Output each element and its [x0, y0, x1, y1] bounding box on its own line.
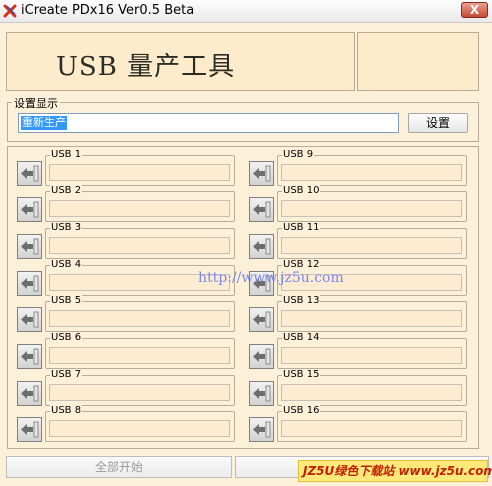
usb-arrow-button[interactable] [17, 381, 42, 406]
usb-arrow-button[interactable] [249, 307, 274, 332]
x-logo-icon [3, 4, 17, 18]
usb-port-label: USB 10 [282, 185, 321, 196]
usb-status-field [281, 310, 462, 327]
usb-port-label: USB 5 [50, 295, 83, 306]
usb-port-3: USB 3 [45, 222, 235, 259]
banner-title: USB 量产工具 [56, 52, 236, 82]
usb-arrow-button[interactable] [249, 344, 274, 369]
left-arrow-icon [21, 201, 39, 218]
usb-port-label: USB 12 [282, 259, 321, 270]
usb-arrow-button[interactable] [17, 197, 42, 222]
usb-arrow-button[interactable] [249, 381, 274, 406]
usb-port-8: USB 8 [45, 405, 235, 442]
left-arrow-icon [21, 165, 39, 182]
left-arrow-icon [21, 348, 39, 365]
usb-port-label: USB 13 [282, 295, 321, 306]
settings-button[interactable]: 设置 [408, 113, 468, 133]
usb-status-field [49, 200, 230, 217]
usb-status-field [49, 310, 230, 327]
site-watermark-badge: JZ5U绿色下载站 www.jz5u.com [298, 460, 492, 482]
window-title: iCreate PDx16 Ver0.5 Beta [21, 3, 195, 18]
usb-port-13: USB 13 [277, 295, 467, 332]
usb-port-2: USB 2 [45, 185, 235, 222]
usb-status-field [49, 237, 230, 254]
usb-arrow-button[interactable] [249, 234, 274, 259]
main-window: iCreate PDx16 Ver0.5 Beta X USB 量产工具 设置显… [0, 0, 492, 486]
usb-port-label: USB 3 [50, 222, 83, 233]
usb-port-label: USB 8 [50, 405, 83, 416]
usb-status-field [49, 420, 230, 437]
usb-status-field [281, 420, 462, 437]
left-arrow-icon [253, 311, 271, 328]
left-arrow-icon [253, 238, 271, 255]
usb-status-field [49, 347, 230, 364]
close-button[interactable]: X [461, 2, 488, 18]
usb-arrow-button[interactable] [17, 344, 42, 369]
usb-status-field [49, 384, 230, 401]
usb-port-11: USB 11 [277, 222, 467, 259]
left-arrow-icon [253, 201, 271, 218]
title-bar[interactable]: iCreate PDx16 Ver0.5 Beta X [0, 0, 492, 23]
usb-port-label: USB 2 [50, 185, 83, 196]
usb-status-field [281, 347, 462, 364]
left-arrow-icon [253, 421, 271, 438]
usb-port-14: USB 14 [277, 332, 467, 369]
left-arrow-icon [21, 385, 39, 402]
usb-status-field [281, 384, 462, 401]
usb-port-label: USB 14 [282, 332, 321, 343]
settings-group-label: 设置显示 [12, 95, 60, 111]
usb-status-field [281, 237, 462, 254]
usb-arrow-button[interactable] [249, 197, 274, 222]
status-field[interactable]: 重新生产 [18, 113, 399, 133]
usb-arrow-button[interactable] [17, 417, 42, 442]
usb-arrow-button[interactable] [17, 234, 42, 259]
usb-arrow-button[interactable] [249, 161, 274, 186]
usb-port-label: USB 6 [50, 332, 83, 343]
left-arrow-icon [21, 421, 39, 438]
left-arrow-icon [253, 385, 271, 402]
usb-port-label: USB 9 [282, 149, 315, 160]
usb-port-label: USB 4 [50, 259, 83, 270]
usb-arrow-button[interactable] [249, 417, 274, 442]
usb-port-16: USB 16 [277, 405, 467, 442]
usb-status-field [49, 164, 230, 181]
start-all-button[interactable]: 全部开始 [6, 456, 232, 478]
usb-port-10: USB 10 [277, 185, 467, 222]
usb-port-15: USB 15 [277, 369, 467, 406]
usb-port-label: USB 7 [50, 369, 83, 380]
usb-arrow-button[interactable] [17, 307, 42, 332]
usb-arrow-button[interactable] [17, 271, 42, 296]
usb-port-5: USB 5 [45, 295, 235, 332]
usb-port-1: USB 1 [45, 149, 235, 186]
left-arrow-icon [253, 348, 271, 365]
usb-port-label: USB 1 [50, 149, 83, 160]
watermark-url: http://www.jz5u.com [198, 270, 344, 286]
left-arrow-icon [21, 238, 39, 255]
left-arrow-icon [21, 311, 39, 328]
usb-status-field [281, 164, 462, 181]
usb-arrow-button[interactable] [17, 161, 42, 186]
usb-port-6: USB 6 [45, 332, 235, 369]
left-arrow-icon [253, 165, 271, 182]
usb-port-label: USB 15 [282, 369, 321, 380]
usb-port-label: USB 16 [282, 405, 321, 416]
status-value: 重新生产 [21, 116, 67, 130]
banner-side-panel [357, 32, 479, 91]
usb-port-label: USB 11 [282, 222, 321, 233]
left-arrow-icon [21, 275, 39, 292]
usb-status-field [281, 200, 462, 217]
usb-port-9: USB 9 [277, 149, 467, 186]
usb-port-7: USB 7 [45, 369, 235, 406]
